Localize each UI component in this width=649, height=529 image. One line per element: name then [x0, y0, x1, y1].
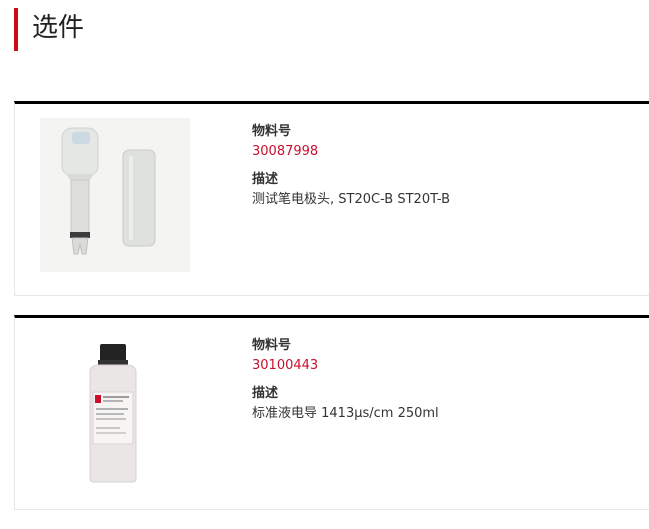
- description-label: 描述: [252, 386, 279, 401]
- product-card[interactable]: 物料号 30100443 描述 标准液电导 1413µs/cm 250ml: [14, 315, 649, 510]
- description-text: 测试笔电极头, ST20C-B ST20T-B: [252, 192, 450, 207]
- part-number[interactable]: 30087998: [252, 142, 642, 162]
- solution-bottle-image[interactable]: [40, 332, 190, 486]
- electrode-head-image[interactable]: [40, 118, 190, 272]
- section-title: 选件: [14, 8, 84, 51]
- description-label: 描述: [252, 172, 279, 187]
- description-text: 标准液电导 1413µs/cm 250ml: [252, 406, 439, 421]
- part-number-label: 物料号: [252, 124, 292, 139]
- product-info: 物料号 30087998 描述 测试笔电极头, ST20C-B ST20T-B: [252, 122, 642, 210]
- product-info: 物料号 30100443 描述 标准液电导 1413µs/cm 250ml: [252, 336, 642, 424]
- part-number[interactable]: 30100443: [252, 356, 642, 376]
- part-number-label: 物料号: [252, 338, 292, 353]
- product-card[interactable]: 物料号 30087998 描述 测试笔电极头, ST20C-B ST20T-B: [14, 101, 649, 296]
